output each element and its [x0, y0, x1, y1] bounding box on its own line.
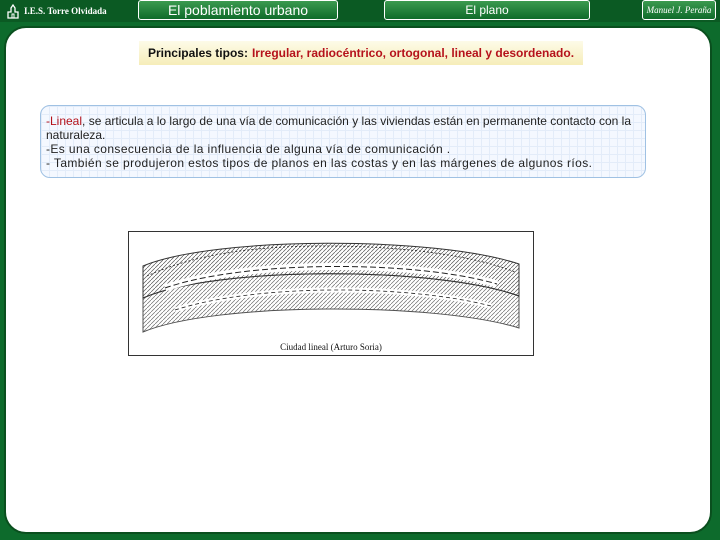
- school-name: I.E.S. Torre Olvidada: [6, 2, 107, 20]
- figure-caption: Ciudad lineal (Arturo Soria): [280, 342, 382, 352]
- types-label: Principales tipos:: [147, 46, 248, 60]
- top-bar: I.E.S. Torre Olvidada El poblamiento urb…: [0, 0, 720, 22]
- school-logo-icon: [7, 3, 19, 19]
- school-name-text: I.E.S. Torre Olvidada: [24, 6, 107, 16]
- lineal-keyword: -Lineal: [46, 114, 83, 128]
- linear-city-map-image: [142, 242, 520, 333]
- lineal-text: , se articula a lo largo de una vía de c…: [46, 114, 632, 142]
- types-value: Irregular, radiocéntrico, ortogonal, lin…: [251, 46, 575, 60]
- content-panel: Principales tipos: Irregular, radiocéntr…: [4, 26, 712, 534]
- tab-poblamiento-urbano[interactable]: El poblamiento urbano: [138, 0, 338, 20]
- description-box: -Lineal, se articula a lo largo de una v…: [40, 105, 646, 178]
- types-title-band: Principales tipos: Irregular, radiocéntr…: [139, 41, 583, 65]
- lineal-paragraph: -Lineal, se articula a lo largo de una v…: [46, 114, 641, 142]
- author-badge: Manuel J. Peraña: [642, 0, 716, 20]
- point-three: - También se produjeron estos tipos de p…: [46, 156, 593, 170]
- tab-el-plano[interactable]: El plano: [384, 0, 590, 20]
- point-two: -Es una consecuencia de la influencia de…: [46, 142, 451, 156]
- linear-city-figure: Ciudad lineal (Arturo Soria): [128, 231, 534, 356]
